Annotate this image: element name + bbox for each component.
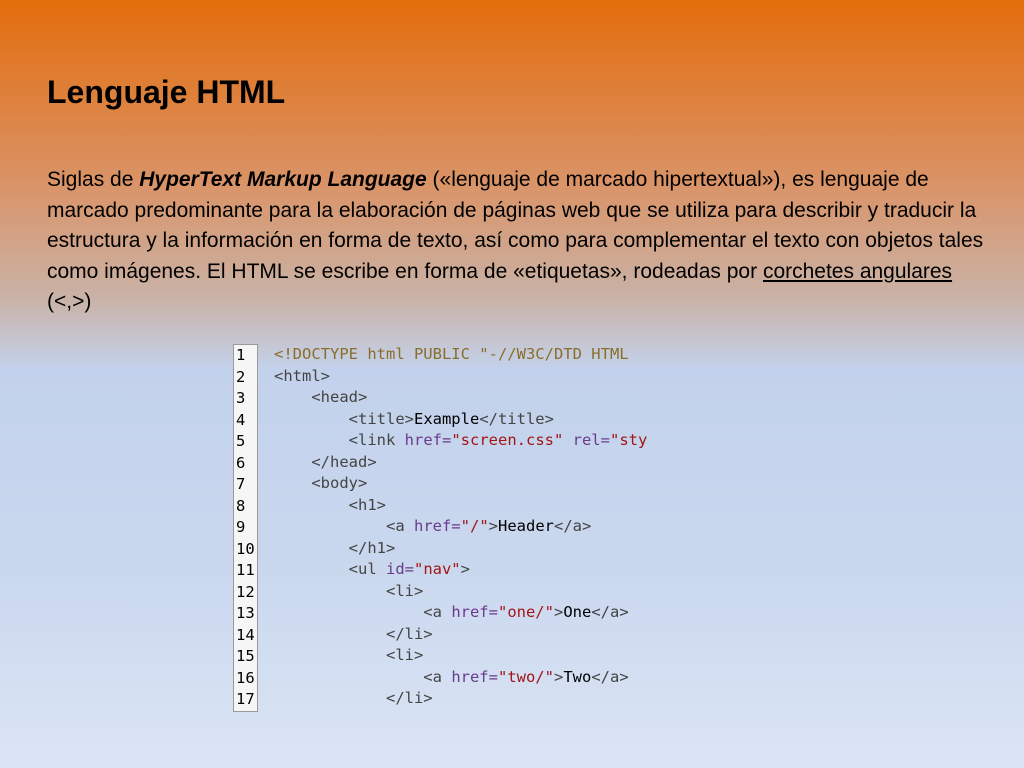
code-line: <head> <box>274 387 647 409</box>
code-token: <li> <box>274 646 424 664</box>
code-token: </li> <box>274 624 433 643</box>
code-token: <a <box>274 603 452 621</box>
line-number: 5 <box>236 432 246 450</box>
line-number: 12 <box>236 582 255 601</box>
code-token: "screen.css" <box>451 431 564 449</box>
code-token: </h1> <box>274 538 396 557</box>
code-token: <html> <box>274 366 330 385</box>
line-number: 8 <box>236 496 246 515</box>
code-token: <head> <box>274 388 368 406</box>
code-token: > <box>460 560 470 578</box>
code-line: <body> <box>274 473 647 495</box>
code-line: </li> <box>274 624 647 646</box>
code-line: </h1> <box>274 538 647 560</box>
line-number: 10 <box>236 539 255 558</box>
code-line: <a href="two/">Two</a> <box>274 667 647 689</box>
code-line: <a href="one/">One</a> <box>274 602 647 624</box>
code-token: <body> <box>274 474 368 492</box>
code-token: </a> <box>591 667 629 686</box>
code-token: rel= <box>563 431 610 449</box>
line-number: 9 <box>236 518 246 536</box>
code-token: "two/" <box>497 667 554 686</box>
code-token: <title> <box>274 409 414 428</box>
line-number: 1 <box>236 346 246 364</box>
line-number-gutter: 1 2 3 4 5 6 7 8 9 10 11 12 13 14 15 16 17 <box>233 344 258 712</box>
code-token: > <box>553 667 564 686</box>
line-number: 15 <box>236 647 255 665</box>
paragraph-emphasis: HyperText Markup Language <box>139 168 427 191</box>
code-line: <li> <box>274 645 647 667</box>
code-token: Two <box>563 667 592 686</box>
code-line: <h1> <box>274 495 647 517</box>
code-token: "/" <box>460 517 489 535</box>
code-line: <li> <box>274 581 647 603</box>
code-token: <ul <box>274 560 386 578</box>
line-number: 7 <box>236 475 246 493</box>
code-token: </a> <box>554 517 592 535</box>
code-line: <link href="screen.css" rel="sty <box>274 430 648 452</box>
line-number: 17 <box>236 690 255 708</box>
code-token: > <box>488 517 498 535</box>
slide-title: Lenguaje HTML <box>47 74 286 110</box>
code-token: Header <box>498 517 554 535</box>
code-line: </head> <box>274 452 647 474</box>
code-token: > <box>553 603 564 621</box>
line-number: 6 <box>236 453 246 472</box>
code-line: <title>Example</title> <box>274 409 647 431</box>
code-token: href= <box>451 603 498 621</box>
code-token: "nav" <box>413 560 461 578</box>
code-token: One <box>563 603 592 621</box>
line-number: 13 <box>236 604 255 622</box>
code-token: <link <box>274 431 405 449</box>
line-number: 3 <box>236 389 246 407</box>
line-number: 16 <box>236 668 255 687</box>
corchetes-angulares-link[interactable]: corchetes angulares <box>763 260 952 283</box>
code-token: href= <box>413 517 461 535</box>
code-token: </li> <box>274 689 433 707</box>
slide-paragraph: Siglas de HyperText Markup Language («le… <box>47 165 997 318</box>
line-number: 11 <box>236 561 255 579</box>
code-token: <li> <box>274 581 424 600</box>
line-number: 2 <box>236 367 246 386</box>
code-token: <a <box>274 517 414 535</box>
line-number: 14 <box>236 625 255 644</box>
code-line: <html> <box>274 366 647 388</box>
code-token: "one/" <box>497 603 554 621</box>
code-token: </a> <box>591 603 629 621</box>
code-line: </li> <box>274 688 647 710</box>
code-token: <h1> <box>274 495 386 514</box>
code-token: "sty <box>609 431 648 449</box>
code-token: </title> <box>479 409 554 428</box>
code-token: href= <box>404 431 452 449</box>
code-token: id= <box>385 560 414 578</box>
code-line: <ul id="nav"> <box>274 559 647 581</box>
paragraph-text-1: Siglas de <box>47 168 140 191</box>
code-token: Example <box>413 409 480 428</box>
paragraph-text-3: (<,>) <box>47 290 92 313</box>
code-line: <!DOCTYPE html PUBLIC "-//W3C/DTD HTML <box>274 344 647 366</box>
code-token: <!DOCTYPE html PUBLIC "-//W3C/DTD HTML <box>274 345 629 363</box>
code-block: <!DOCTYPE html PUBLIC "-//W3C/DTD HTML <h… <box>274 344 647 710</box>
code-token: </head> <box>274 452 377 471</box>
code-token: href= <box>451 667 498 686</box>
code-token: <a <box>274 667 452 686</box>
code-line: <a href="/">Header</a> <box>274 516 647 538</box>
line-number: 4 <box>236 410 246 429</box>
